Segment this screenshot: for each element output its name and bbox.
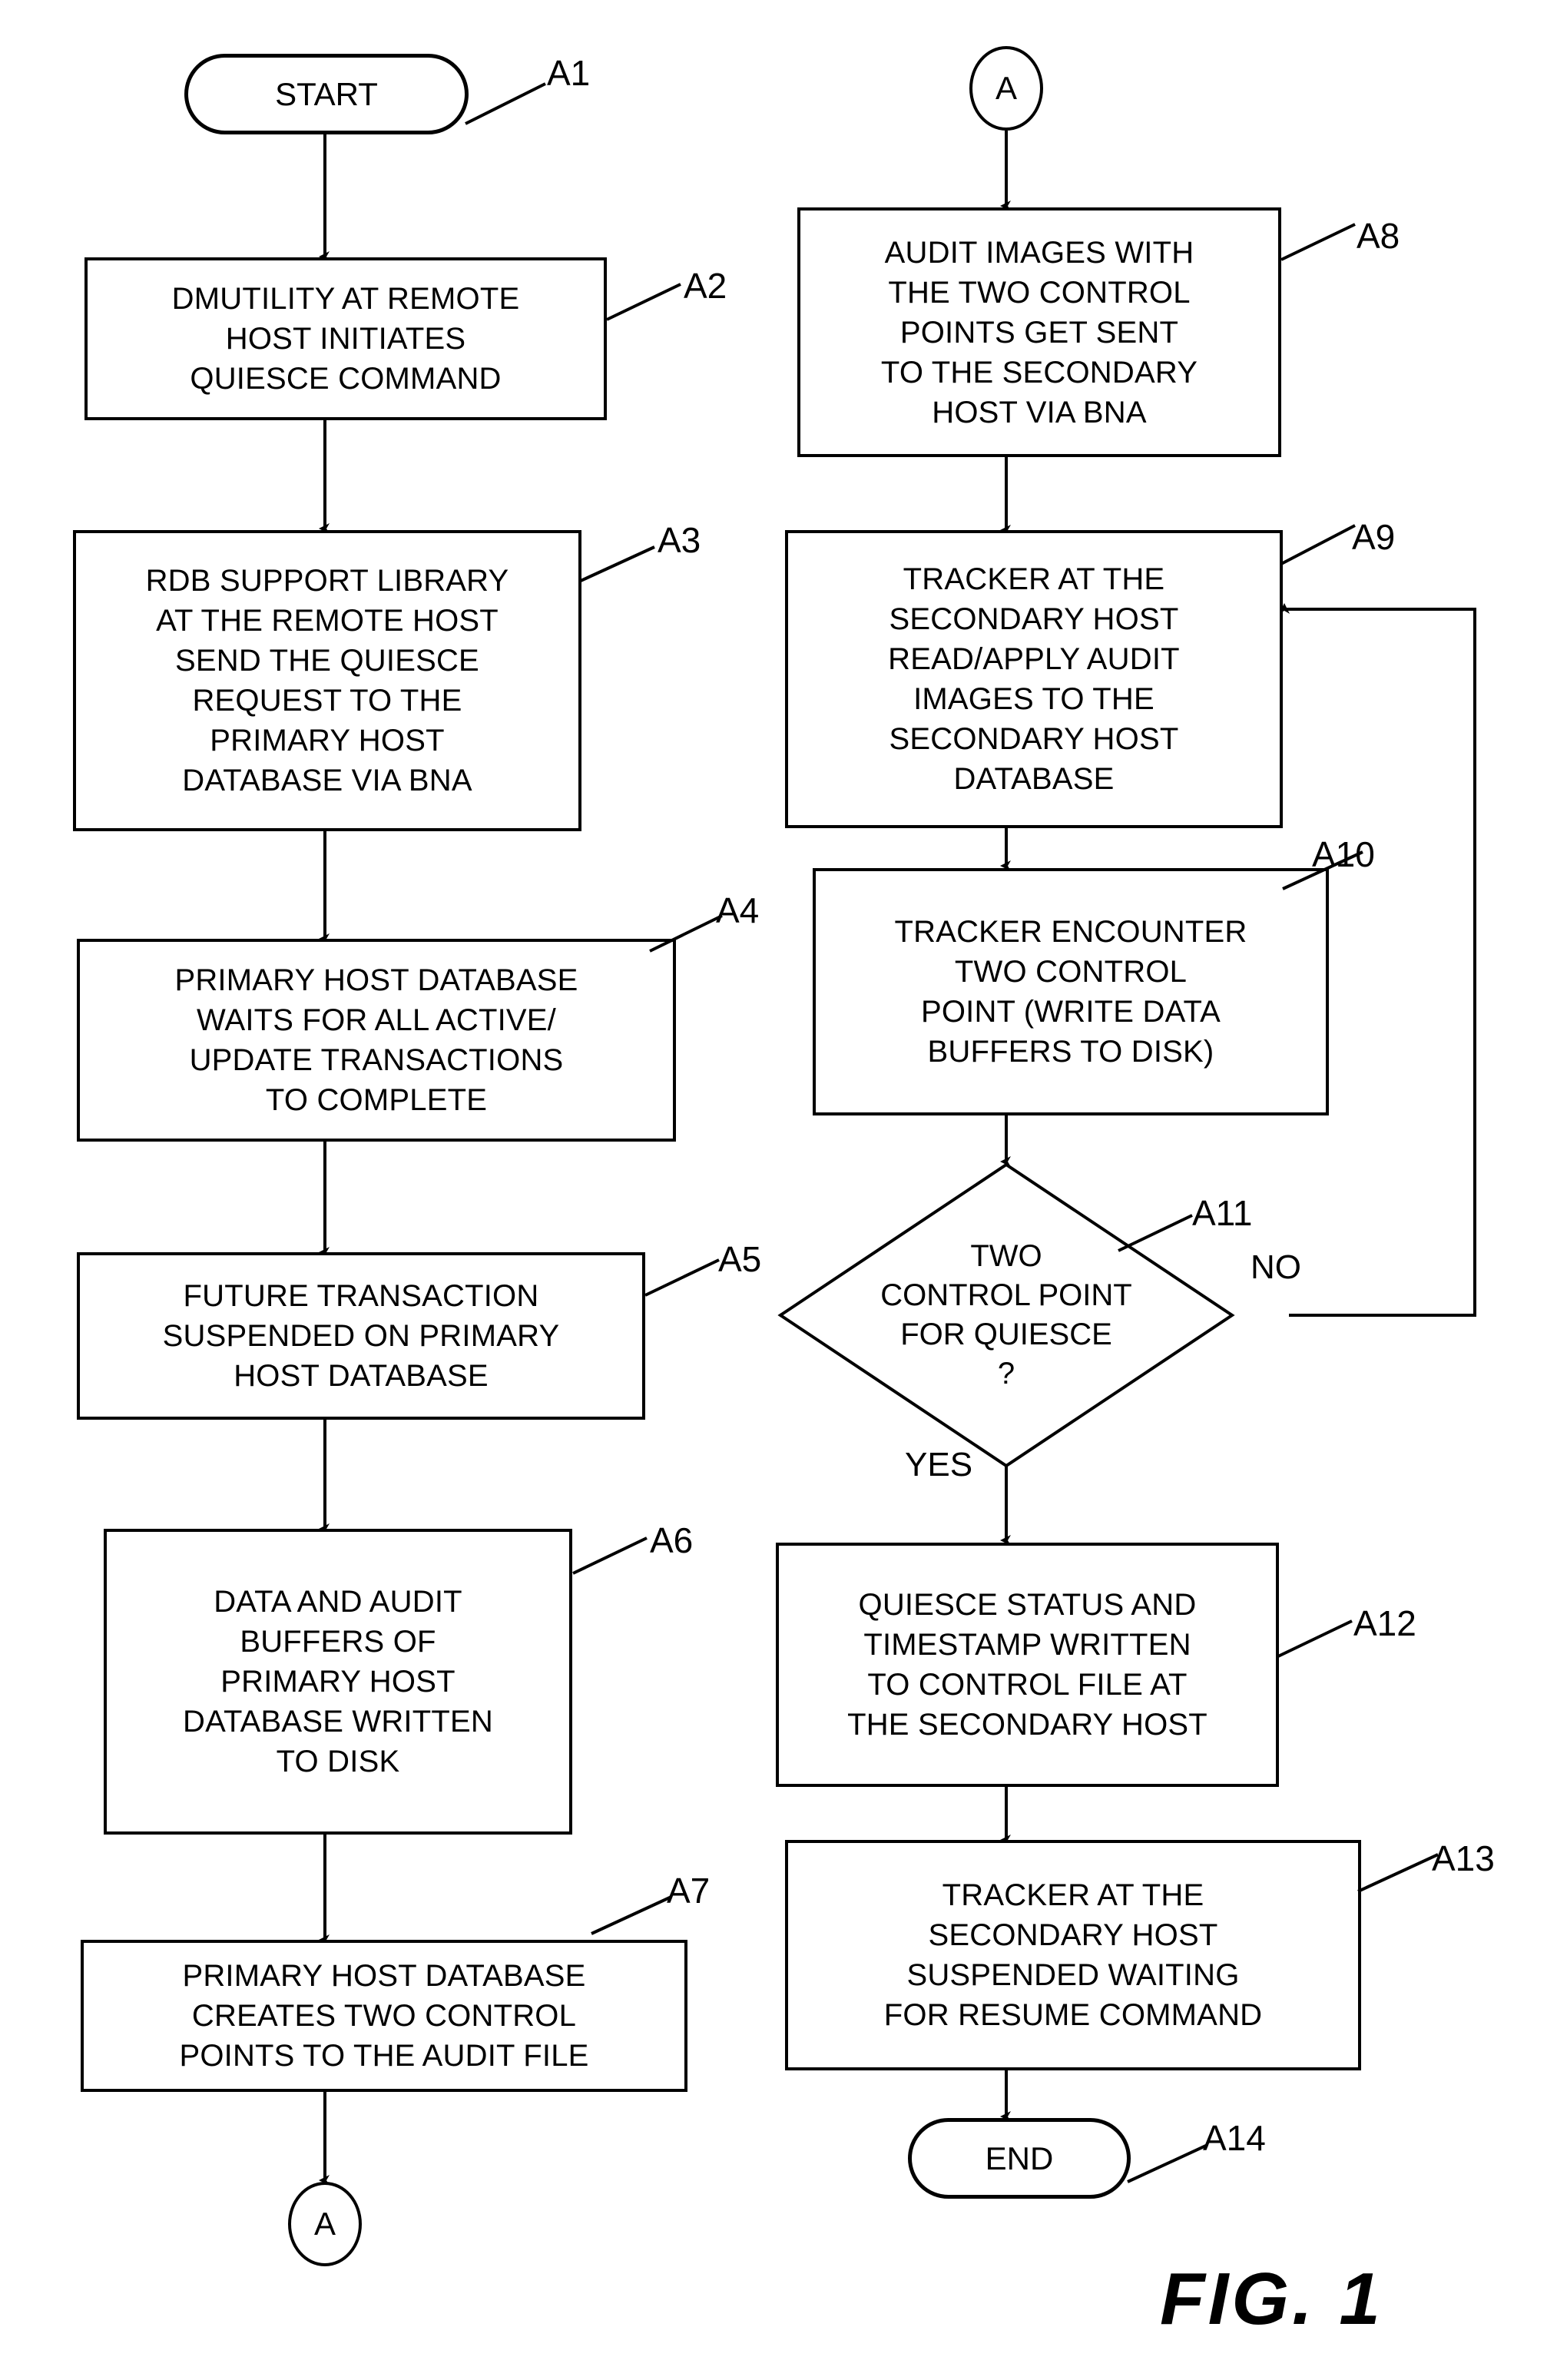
- figure-label: FIG. 1: [1160, 2258, 1383, 2340]
- process-a4: PRIMARY HOST DATABASE WAITS FOR ALL ACTI…: [77, 939, 676, 1142]
- process-a12: QUIESCE STATUS AND TIMESTAMP WRITTEN TO …: [776, 1543, 1279, 1787]
- reference-a12: A12: [1353, 1603, 1416, 1643]
- end-label: END: [985, 2140, 1054, 2176]
- process-a7-label: PRIMARY HOST DATABASE CREATES TWO CONTRO…: [179, 1959, 589, 2073]
- leader-line-a3: [580, 545, 655, 582]
- reference-a5: A5: [718, 1239, 762, 1279]
- reference-a13: A13: [1432, 1838, 1495, 1878]
- leader-line-a2: [606, 283, 681, 321]
- process-a13-label: TRACKER AT THE SECONDARY HOST SUSPENDED …: [883, 1878, 1263, 2032]
- process-a13: TRACKER AT THE SECONDARY HOST SUSPENDED …: [785, 1840, 1361, 2070]
- start-terminator: START: [184, 54, 469, 134]
- edge-label-no: NO: [1251, 1248, 1301, 1286]
- edge-label-yes: YES: [905, 1446, 973, 1483]
- reference-a2: A2: [684, 266, 727, 306]
- reference-a1: A1: [547, 53, 591, 93]
- reference-a7: A7: [667, 1871, 711, 1911]
- reference-a4: A4: [716, 890, 760, 930]
- process-a9-label: TRACKER AT THE SECONDARY HOST READ/APPLY…: [888, 562, 1180, 796]
- reference-a3: A3: [658, 520, 701, 560]
- start-label: START: [275, 75, 378, 112]
- process-a6-label: DATA AND AUDIT BUFFERS OF PRIMARY HOST D…: [183, 1585, 493, 1778]
- process-a3-label: RDB SUPPORT LIBRARY AT THE REMOTE HOST S…: [145, 564, 509, 797]
- offpage-connector-out-a: A: [288, 2182, 362, 2266]
- process-a5-label: FUTURE TRANSACTION SUSPENDED ON PRIMARY …: [162, 1279, 560, 1393]
- process-a8-label: AUDIT IMAGES WITH THE TWO CONTROL POINTS…: [880, 235, 1198, 429]
- process-a5: FUTURE TRANSACTION SUSPENDED ON PRIMARY …: [77, 1252, 645, 1420]
- offpage-connector-in-label: A: [995, 70, 1017, 106]
- process-a2: DMUTILITY AT REMOTE HOST INITIATES QUIES…: [84, 257, 607, 420]
- process-a6: DATA AND AUDIT BUFFERS OF PRIMARY HOST D…: [104, 1529, 572, 1835]
- reference-a11: A11: [1192, 1193, 1253, 1233]
- reference-a6: A6: [650, 1520, 694, 1560]
- process-a7: PRIMARY HOST DATABASE CREATES TWO CONTRO…: [81, 1940, 687, 2092]
- reference-a10: A10: [1312, 834, 1375, 874]
- flowchart-figure: START A1 DMUTILITY AT REMOTE HOST INITIA…: [0, 0, 1557, 2380]
- offpage-connector-out-label: A: [313, 2206, 336, 2242]
- process-a8: AUDIT IMAGES WITH THE TWO CONTROL POINTS…: [797, 207, 1281, 457]
- process-a2-label: DMUTILITY AT REMOTE HOST INITIATES QUIES…: [171, 282, 520, 396]
- process-a10-label: TRACKER ENCOUNTER TWO CONTROL POINT (WRI…: [894, 915, 1247, 1069]
- process-a12-label: QUIESCE STATUS AND TIMESTAMP WRITTEN TO …: [847, 1588, 1208, 1742]
- process-a9: TRACKER AT THE SECONDARY HOST READ/APPLY…: [785, 530, 1283, 828]
- process-a4-label: PRIMARY HOST DATABASE WAITS FOR ALL ACTI…: [174, 963, 578, 1117]
- leader-line-a6: [572, 1536, 648, 1575]
- process-a10: TRACKER ENCOUNTER TWO CONTROL POINT (WRI…: [813, 868, 1329, 1115]
- end-terminator: END: [908, 2118, 1131, 2199]
- reference-a14: A14: [1203, 2118, 1266, 2158]
- offpage-connector-in-a: A: [969, 46, 1043, 131]
- process-a3: RDB SUPPORT LIBRARY AT THE REMOTE HOST S…: [73, 530, 581, 831]
- leader-line-a1: [465, 82, 546, 125]
- reference-a8: A8: [1357, 216, 1400, 256]
- reference-a9: A9: [1352, 517, 1396, 557]
